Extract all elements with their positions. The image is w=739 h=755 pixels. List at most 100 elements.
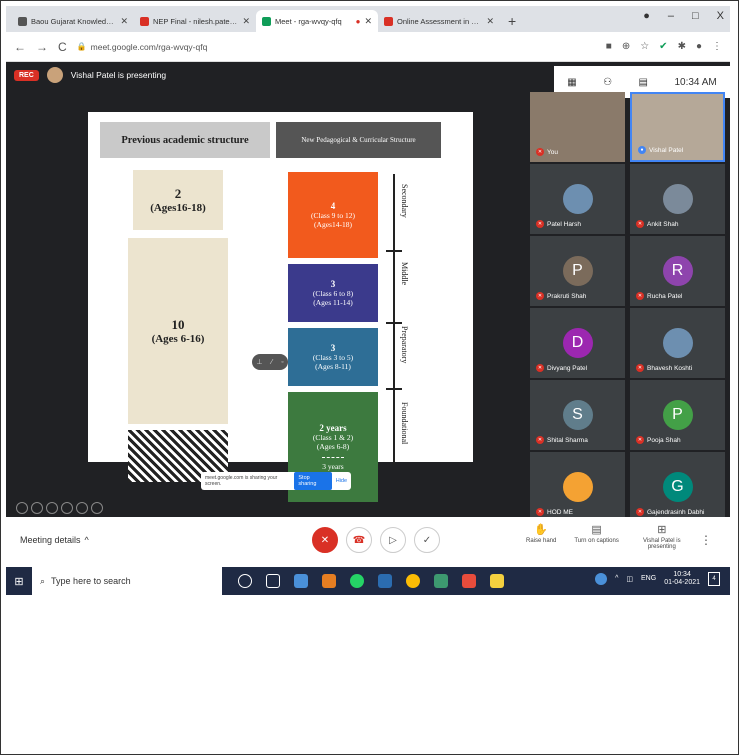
notification-icon[interactable]: 4 [708, 571, 720, 586]
prev-icon[interactable] [16, 502, 28, 514]
reload-icon[interactable]: C [58, 40, 67, 54]
block-number: 10 [171, 317, 185, 332]
camera-icon[interactable]: ■ [606, 41, 612, 52]
meeting-details-button[interactable]: Meeting details ^ [20, 535, 89, 545]
participant-tile[interactable]: S ✕ Shital Sharma [530, 380, 625, 450]
next-icon[interactable] [31, 502, 43, 514]
close-tab-icon[interactable]: ✕ [242, 16, 250, 27]
app-icon[interactable] [434, 574, 448, 588]
mic-off-icon: ✕ [636, 220, 644, 228]
profile-icon[interactable]: ● [696, 41, 702, 52]
account-icon[interactable]: ● [643, 10, 650, 22]
more-options-icon[interactable]: ⋮ [700, 533, 712, 547]
hide-banner-button[interactable]: Hide [336, 478, 347, 484]
captions-icon: ▤ [591, 524, 602, 536]
grid-layout-icon[interactable]: ▦ [567, 77, 576, 88]
raise-hand-button[interactable]: ✋ Raise hand [526, 523, 556, 550]
participant-name: Prakruti Shah [547, 292, 587, 300]
presenting-label: Vishal Patel is presenting [643, 538, 681, 550]
network-icon[interactable]: ◫ [626, 575, 633, 583]
options-icon[interactable] [91, 502, 103, 514]
chrome-icon[interactable] [406, 574, 420, 588]
presenter-avatar [46, 67, 63, 83]
tab-meet[interactable]: Meet - rga-wvqy-qfq ● ✕ [256, 10, 378, 32]
zoom-icon[interactable]: ⊕ [622, 41, 630, 52]
help-icon[interactable] [595, 572, 608, 585]
participant-name: Shital Sharma [547, 436, 588, 444]
participant-name: Vishal Patel [649, 146, 684, 154]
taskbar-time: 10:34 [673, 571, 691, 578]
language-indicator[interactable]: ENG [641, 575, 656, 582]
presenting-button[interactable]: ⊞ Vishal Patel is presenting [637, 523, 687, 550]
close-tab-icon[interactable]: ✕ [486, 16, 494, 27]
call-buttons: ✕ ☎ ▷ ✓ [312, 527, 440, 553]
people-icon[interactable]: ⚇ [603, 77, 612, 88]
mic-off-icon: ✕ [536, 508, 544, 516]
cortana-icon[interactable] [238, 574, 252, 588]
stage-tick [386, 250, 402, 252]
chevron-up-icon[interactable]: ^ [615, 575, 618, 582]
pin-icon[interactable]: ⊥ [256, 358, 262, 366]
whatsapp-icon[interactable] [350, 574, 364, 588]
hang-up-button[interactable]: ☎ [346, 527, 372, 553]
windows-start-icon[interactable]: ⊞ [6, 575, 32, 588]
mic-off-icon: ✕ [536, 364, 544, 372]
tab-nep-final[interactable]: NEP Final - nilesh.patel@baougu ✕ [134, 10, 256, 32]
close-tab-icon[interactable]: ✕ [364, 16, 372, 27]
participant-tile[interactable]: ✕ Ankit Shah [630, 164, 725, 234]
screen-icon[interactable] [61, 502, 73, 514]
participant-tile[interactable]: ✕ HOD ME [530, 452, 625, 522]
minimize-button[interactable]: – [668, 10, 674, 22]
participant-tile[interactable]: G ✕ Gajendrasinh Dabhi [630, 452, 725, 522]
mute-icon[interactable]: ⁄ [271, 359, 272, 366]
task-view-icon[interactable] [266, 574, 280, 588]
store-icon[interactable] [378, 574, 392, 588]
camera-toggle-button[interactable]: ▷ [380, 527, 406, 553]
chat-icon[interactable]: ▤ [639, 77, 648, 88]
participant-tile[interactable]: ✕ Bhavesh Koshti [630, 308, 725, 378]
search-icon: ⌕ [40, 575, 46, 586]
back-icon[interactable]: ← [14, 40, 26, 54]
vlc-icon[interactable] [322, 574, 336, 588]
close-tab-icon[interactable]: ✕ [120, 16, 128, 27]
participant-tile[interactable]: D ✕ Divyang Patel [530, 308, 625, 378]
captions-button[interactable]: ▤ Turn on captions [574, 523, 618, 550]
present-button[interactable]: ✓ [414, 527, 440, 553]
participant-name: Patel Harsh [547, 220, 581, 228]
presenter-control-pill[interactable]: ⊥ ⁄ ◦ [252, 354, 288, 370]
participant-tile[interactable]: ✕ You [530, 92, 625, 162]
tab-baou[interactable]: Baou Gujarat Knowledge Village ✕ [12, 10, 134, 32]
more-icon[interactable]: ◦ [281, 359, 283, 366]
avatar: R [662, 256, 693, 286]
participant-tile[interactable]: P ✕ Pooja Shah [630, 380, 725, 450]
url-field[interactable]: 🔒 meet.google.com/rga-wvqy-qfq [77, 42, 596, 52]
office-icon[interactable] [462, 574, 476, 588]
taskbar-search[interactable]: ⌕ Type here to search [32, 567, 222, 595]
star-icon[interactable]: ☆ [640, 41, 649, 52]
zoom-in-icon[interactable] [76, 502, 88, 514]
participant-tile[interactable]: ✕ Patel Harsh [530, 164, 625, 234]
participant-tile[interactable]: R ✕ Rucha Patel [630, 236, 725, 306]
file-explorer-icon[interactable] [490, 574, 504, 588]
check-extension-icon[interactable]: ✔ [659, 41, 667, 52]
maximize-button[interactable]: □ [692, 10, 699, 22]
pen-icon[interactable] [46, 502, 58, 514]
stage-label-middle: Middle [400, 262, 409, 286]
forward-icon[interactable]: → [36, 40, 48, 54]
puzzle-icon[interactable]: ✱ [678, 41, 686, 52]
taskbar-clock[interactable]: 10:34 01-04-2021 [664, 571, 700, 586]
avatar [562, 472, 593, 502]
mic-off-icon: ✕ [636, 364, 644, 372]
close-window-button[interactable]: X [717, 10, 724, 22]
new-tab-button[interactable]: + [500, 13, 524, 32]
menu-icon[interactable]: ⋮ [712, 41, 722, 52]
participant-tile[interactable]: ● Vishal Patel [630, 92, 725, 162]
stop-sharing-button[interactable]: Stop sharing [294, 472, 332, 490]
tab-online-assessment[interactable]: Online Assessment in DIPLOMA ✕ [378, 10, 500, 32]
participant-name: HOD ME [547, 508, 573, 516]
avatar [562, 184, 593, 214]
block-ages: (Ages16-18) [150, 202, 206, 214]
mic-toggle-button[interactable]: ✕ [312, 527, 338, 553]
participant-tile[interactable]: P ✕ Prakruti Shah [530, 236, 625, 306]
calculator-icon[interactable] [294, 574, 308, 588]
